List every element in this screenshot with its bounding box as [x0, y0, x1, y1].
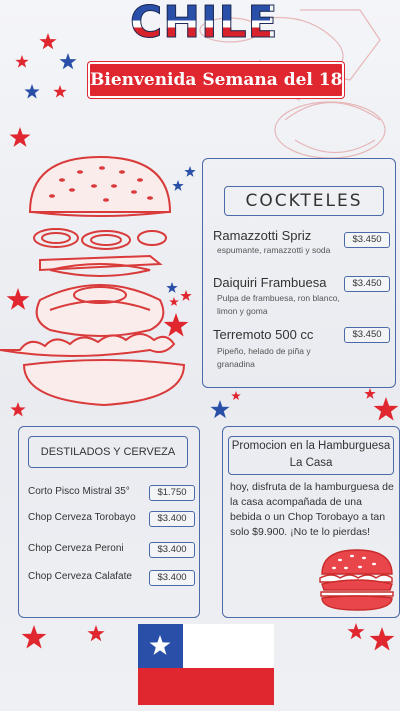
- price-tag: $3.400: [149, 511, 195, 527]
- star-icon: [87, 625, 105, 642]
- cocktail-name: Ramazzotti Spriz: [213, 228, 312, 243]
- spirit-name: Chop Cerveza Calafate: [28, 571, 132, 582]
- cocktail-desc: espumante, ramazzotti y soda: [217, 245, 331, 255]
- cocktail-name: Terremoto 500 cc: [213, 327, 314, 342]
- star-icon: [59, 53, 77, 70]
- flag-star-icon: [149, 635, 171, 655]
- price-tag: $3.400: [149, 542, 195, 558]
- cocktails-heading: COCKTELES: [224, 186, 384, 216]
- cocktail-desc: Pulpa de frambuesa, ron blanco, limon y …: [217, 293, 340, 316]
- cocktail-name: Daiquiri Frambuesa: [213, 275, 327, 290]
- spirit-name: Chop Cerveza Peroni: [28, 543, 124, 554]
- star-icon: [210, 400, 230, 419]
- price-tag: $3.450: [344, 327, 390, 343]
- star-icon: [21, 625, 47, 649]
- menu-page: CHILE Bienvenida Semana del 18 COCKTELES…: [0, 0, 400, 711]
- spirits-heading: DESTILADOS Y CERVEZA: [28, 436, 188, 468]
- cocktail-desc: Pipeño, helado de piña y granadina: [217, 346, 311, 369]
- burger-illustration-icon: [0, 155, 186, 407]
- spirit-name: Chop Cerveza Torobayo: [28, 512, 136, 523]
- star-icon: [15, 55, 29, 68]
- price-tag: $3.450: [344, 232, 390, 248]
- small-burger-icon: [319, 549, 394, 611]
- star-icon: [53, 85, 67, 98]
- promo-heading: Promocion en la Hamburguesa La Casa: [228, 436, 394, 475]
- star-icon: [231, 391, 241, 401]
- star-icon: [347, 623, 365, 640]
- star-icon: [24, 84, 40, 99]
- star-icon: [373, 397, 399, 421]
- price-tag: $1.750: [149, 485, 195, 501]
- spirit-name: Corto Pisco Mistral 35°: [28, 486, 130, 497]
- flag-red-stripe: [138, 668, 274, 705]
- star-icon: [369, 627, 395, 651]
- promo-text: hoy, disfruta de la hamburguesa de la ca…: [230, 481, 394, 538]
- price-tag: $3.450: [344, 276, 390, 292]
- price-tag: $3.400: [149, 570, 195, 586]
- star-icon: [39, 33, 57, 50]
- star-icon: [364, 388, 376, 399]
- star-icon: [9, 127, 31, 147]
